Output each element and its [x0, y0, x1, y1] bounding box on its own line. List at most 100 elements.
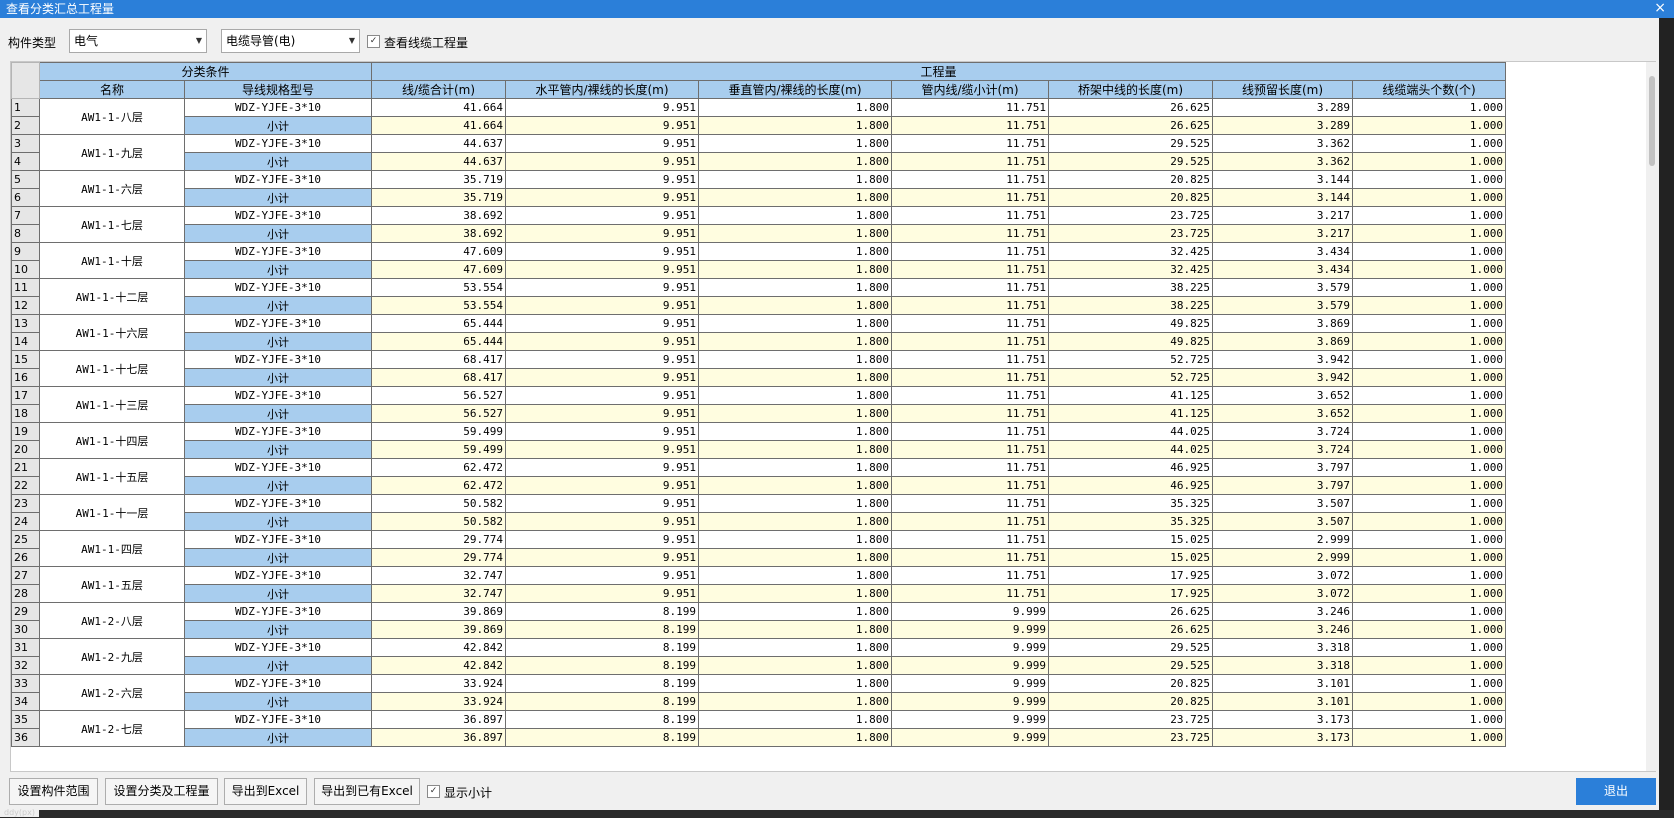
- quantity-cell[interactable]: 59.499: [371, 422, 506, 441]
- quantity-cell[interactable]: 11.751: [891, 206, 1049, 225]
- subtotal-quantity-cell[interactable]: 9.951: [505, 548, 699, 567]
- quantity-cell[interactable]: 11.751: [891, 170, 1049, 189]
- quantity-cell[interactable]: 8.199: [505, 674, 699, 693]
- subtotal-quantity-cell[interactable]: 1.000: [1352, 368, 1506, 387]
- subtotal-quantity-cell[interactable]: 50.582: [371, 512, 506, 531]
- quantity-cell[interactable]: 1.800: [698, 458, 892, 477]
- subtotal-quantity-cell[interactable]: 3.652: [1212, 404, 1353, 423]
- quantity-cell[interactable]: 9.999: [891, 602, 1049, 621]
- subtotal-quantity-cell[interactable]: 41.125: [1048, 404, 1213, 423]
- wire-spec-cell[interactable]: WDZ-YJFE-3*10: [184, 314, 372, 333]
- subtotal-quantity-cell[interactable]: 33.924: [371, 692, 506, 711]
- quantity-cell[interactable]: 11.751: [891, 98, 1049, 117]
- quantity-cell[interactable]: 3.942: [1212, 350, 1353, 369]
- quantity-cell[interactable]: 1.800: [698, 170, 892, 189]
- subtotal-quantity-cell[interactable]: 9.951: [505, 296, 699, 315]
- quantity-cell[interactable]: 42.842: [371, 638, 506, 657]
- subtotal-row[interactable]: 18 小计 56.527 9.951 1.800 11.751 41.125 3.652 1.0…: [11, 404, 1506, 423]
- quantity-cell[interactable]: 1.800: [698, 602, 892, 621]
- quantity-cell[interactable]: 44.025: [1048, 422, 1213, 441]
- subtotal-quantity-cell[interactable]: 11.751: [891, 260, 1049, 279]
- subtotal-quantity-cell[interactable]: 1.000: [1352, 512, 1506, 531]
- exit-button[interactable]: 退出: [1576, 778, 1656, 805]
- table-row[interactable]: 11 AW1-1-十二层 WDZ-YJFE-3*10 53.554 9.951 1.800…: [11, 278, 1506, 315]
- quantity-cell[interactable]: 3.289: [1212, 98, 1353, 117]
- subtotal-row[interactable]: 22 小计 62.472 9.951 1.800 11.751 46.925 3.797 1.0…: [11, 476, 1506, 495]
- subtotal-quantity-cell[interactable]: 29.525: [1048, 152, 1213, 171]
- quantity-cell[interactable]: 1.800: [698, 530, 892, 549]
- component-name-cell[interactable]: AW1-1-十五层: [39, 458, 185, 495]
- quantity-cell[interactable]: 1.800: [698, 566, 892, 585]
- wire-spec-cell[interactable]: WDZ-YJFE-3*10: [184, 242, 372, 261]
- table-row[interactable]: 21 AW1-1-十五层 WDZ-YJFE-3*10 62.472 9.951 1.800…: [11, 458, 1506, 495]
- quantity-cell[interactable]: 1.000: [1352, 602, 1506, 621]
- subtotal-quantity-cell[interactable]: 3.173: [1212, 728, 1353, 747]
- table-row[interactable]: 33 AW1-2-六层 WDZ-YJFE-3*10 33.924 8.199 1.800 9…: [11, 674, 1506, 711]
- quantity-cell[interactable]: 3.362: [1212, 134, 1353, 153]
- quantity-cell[interactable]: 1.000: [1352, 674, 1506, 693]
- subtotal-quantity-cell[interactable]: 9.951: [505, 404, 699, 423]
- subtotal-quantity-cell[interactable]: 2.999: [1212, 548, 1353, 567]
- quantity-cell[interactable]: 9.951: [505, 386, 699, 405]
- subtotal-quantity-cell[interactable]: 53.554: [371, 296, 506, 315]
- subtotal-quantity-cell[interactable]: 41.664: [371, 116, 506, 135]
- subtotal-row[interactable]: 16 小计 68.417 9.951 1.800 11.751 52.725 3.942 1.0…: [11, 368, 1506, 387]
- subtotal-label-cell[interactable]: 小计: [184, 152, 372, 171]
- quantity-cell[interactable]: 1.000: [1352, 638, 1506, 657]
- table-row[interactable]: 7 AW1-1-七层 WDZ-YJFE-3*10 38.692 9.951 1.800 11…: [11, 206, 1506, 243]
- show-subtotal-checkbox[interactable]: ✓: [427, 785, 440, 798]
- wire-spec-cell[interactable]: WDZ-YJFE-3*10: [184, 422, 372, 441]
- subtotal-quantity-cell[interactable]: 59.499: [371, 440, 506, 459]
- table-row[interactable]: 3 AW1-1-九层 WDZ-YJFE-3*10 44.637 9.951 1.800 11…: [11, 134, 1506, 171]
- subtotal-quantity-cell[interactable]: 1.000: [1352, 260, 1506, 279]
- subtotal-quantity-cell[interactable]: 1.800: [698, 620, 892, 639]
- quantity-cell[interactable]: 49.825: [1048, 314, 1213, 333]
- quantity-cell[interactable]: 9.951: [505, 458, 699, 477]
- quantity-cell[interactable]: 3.797: [1212, 458, 1353, 477]
- subtotal-quantity-cell[interactable]: 52.725: [1048, 368, 1213, 387]
- subtotal-quantity-cell[interactable]: 1.800: [698, 152, 892, 171]
- column-header[interactable]: 线/缆合计(m): [371, 80, 506, 99]
- subtotal-quantity-cell[interactable]: 9.951: [505, 116, 699, 135]
- subtotal-quantity-cell[interactable]: 26.625: [1048, 116, 1213, 135]
- table-row[interactable]: 29 AW1-2-八层 WDZ-YJFE-3*10 39.869 8.199 1.800 9…: [11, 602, 1506, 639]
- subtotal-quantity-cell[interactable]: 1.800: [698, 116, 892, 135]
- quantity-cell[interactable]: 1.800: [698, 386, 892, 405]
- subtotal-row[interactable]: 2 小计 41.664 9.951 1.800 11.751 26.625 3.289 1.00…: [11, 116, 1506, 135]
- subtotal-row[interactable]: 36 小计 36.897 8.199 1.800 9.999 23.725 3.173 1.00…: [11, 728, 1506, 747]
- subtotal-quantity-cell[interactable]: 62.472: [371, 476, 506, 495]
- quantity-cell[interactable]: 8.199: [505, 602, 699, 621]
- subtotal-label-cell[interactable]: 小计: [184, 440, 372, 459]
- quantity-cell[interactable]: 20.825: [1048, 674, 1213, 693]
- quantity-cell[interactable]: 3.246: [1212, 602, 1353, 621]
- quantity-cell[interactable]: 1.800: [698, 206, 892, 225]
- component-subtype-select[interactable]: 电缆导管(电) ▼: [221, 29, 360, 53]
- quantity-cell[interactable]: 38.225: [1048, 278, 1213, 297]
- quantity-cell[interactable]: 1.000: [1352, 494, 1506, 513]
- component-name-cell[interactable]: AW1-1-九层: [39, 134, 185, 171]
- subtotal-row[interactable]: 8 小计 38.692 9.951 1.800 11.751 23.725 3.217 1.00…: [11, 224, 1506, 243]
- subtotal-label-cell[interactable]: 小计: [184, 728, 372, 747]
- table-row[interactable]: 15 AW1-1-十七层 WDZ-YJFE-3*10 68.417 9.951 1.800…: [11, 350, 1506, 387]
- subtotal-row[interactable]: 10 小计 47.609 9.951 1.800 11.751 32.425 3.434 1.0…: [11, 260, 1506, 279]
- quantity-cell[interactable]: 32.747: [371, 566, 506, 585]
- subtotal-quantity-cell[interactable]: 11.751: [891, 296, 1049, 315]
- subtotal-label-cell[interactable]: 小计: [184, 368, 372, 387]
- subtotal-quantity-cell[interactable]: 9.951: [505, 332, 699, 351]
- subtotal-quantity-cell[interactable]: 11.751: [891, 440, 1049, 459]
- table-row[interactable]: 23 AW1-1-十一层 WDZ-YJFE-3*10 50.582 9.951 1.800…: [11, 494, 1506, 531]
- export-excel-button[interactable]: 导出到Excel: [224, 778, 307, 805]
- quantity-cell[interactable]: 11.751: [891, 350, 1049, 369]
- subtotal-row[interactable]: 28 小计 32.747 9.951 1.800 11.751 17.925 3.072 1.0…: [11, 584, 1506, 603]
- quantity-cell[interactable]: 52.725: [1048, 350, 1213, 369]
- subtotal-quantity-cell[interactable]: 3.579: [1212, 296, 1353, 315]
- quantity-cell[interactable]: 1.800: [698, 638, 892, 657]
- subtotal-quantity-cell[interactable]: 8.199: [505, 728, 699, 747]
- quantity-cell[interactable]: 29.525: [1048, 638, 1213, 657]
- column-header[interactable]: 线预留长度(m): [1212, 80, 1353, 99]
- quantity-cell[interactable]: 9.951: [505, 350, 699, 369]
- column-header[interactable]: 水平管内/裸线的长度(m): [505, 80, 699, 99]
- quantity-cell[interactable]: 47.609: [371, 242, 506, 261]
- quantity-cell[interactable]: 8.199: [505, 638, 699, 657]
- component-name-cell[interactable]: AW1-1-十三层: [39, 386, 185, 423]
